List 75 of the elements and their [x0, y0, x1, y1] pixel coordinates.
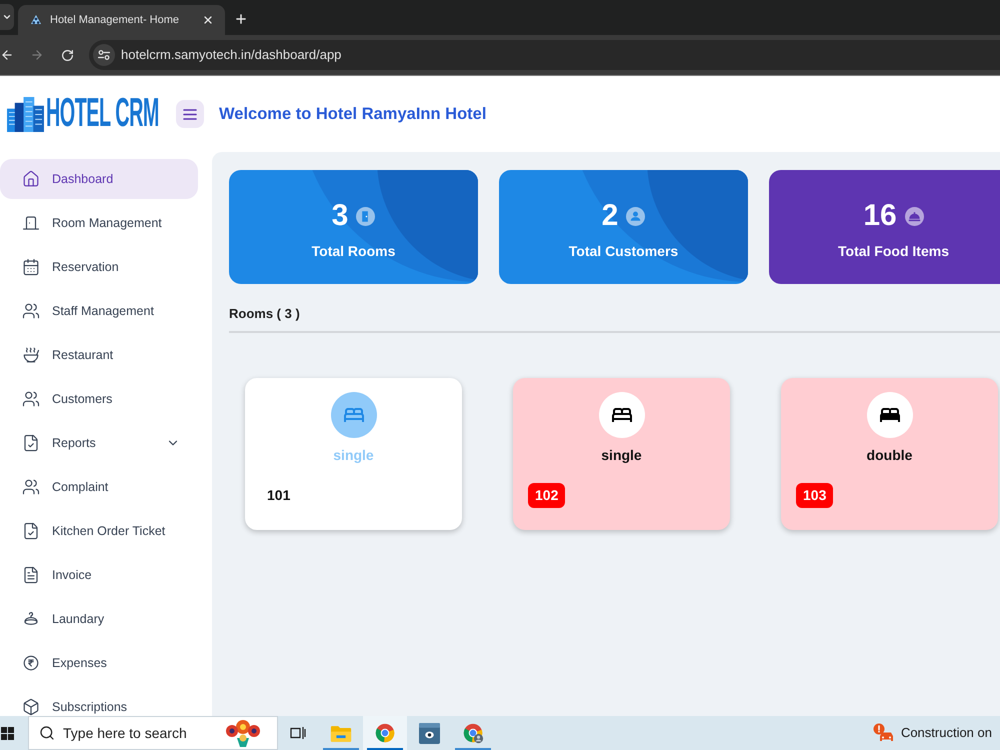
notification-text: Construction on: [900, 724, 992, 742]
soup-bowl-icon: [22, 346, 40, 364]
sidebar-item[interactable]: Invoice: [0, 555, 198, 595]
toggles-icon: [98, 50, 110, 60]
sidebar-item[interactable]: Kitchen Order Ticket: [0, 511, 198, 551]
reload-icon: [60, 48, 74, 62]
users-icon: [22, 302, 40, 320]
buildings-logo-icon: [7, 96, 44, 132]
close-icon: [202, 14, 214, 26]
room-type: double: [866, 446, 912, 464]
door-icon: [356, 206, 376, 226]
room-type: single: [601, 446, 642, 464]
sidebar-item[interactable]: Laundary: [0, 599, 198, 639]
calendar-icon: [22, 258, 40, 276]
users-icon: [22, 478, 40, 496]
url-input[interactable]: hotelcrm.samyotech.in/dashboard/app: [121, 45, 521, 65]
sidebar-item[interactable]: Room Management: [0, 203, 198, 243]
door-icon: [22, 214, 40, 232]
search-icon: [39, 725, 55, 741]
sidebar-item[interactable]: Reservation: [0, 247, 198, 287]
car-alert-icon: [872, 723, 895, 743]
home-icon: [22, 170, 40, 188]
browser-tab[interactable]: Hotel Management- Home: [18, 5, 225, 35]
sidebar-item[interactable]: Subscriptions: [0, 687, 198, 716]
food-cover-icon: [904, 206, 924, 226]
section-title: Rooms ( 3 ): [229, 306, 300, 322]
logo-text: HOTEL CRM: [46, 94, 159, 134]
task-view-icon: [290, 726, 306, 740]
room-type: single: [333, 446, 374, 464]
room-number: 103: [796, 483, 834, 508]
folder-icon: [330, 724, 352, 742]
room-card[interactable]: double 103: [781, 378, 998, 530]
document-check-icon: [22, 434, 40, 452]
welcome-title: Welcome to Hotel RamyaInn Hotel: [219, 104, 486, 125]
sidebar-item[interactable]: Complaint: [0, 467, 198, 507]
sidebar-item[interactable]: Staff Management: [0, 291, 198, 331]
flower-illustration: [223, 718, 263, 748]
plus-icon: [234, 12, 248, 26]
app-window-icon: [418, 722, 440, 744]
document-icon: [22, 566, 40, 584]
chevron-down-icon: [2, 12, 12, 22]
stat-label: Total Rooms: [312, 242, 396, 260]
stat-label: Total Food Items: [838, 242, 949, 260]
room-card[interactable]: single 101: [245, 378, 462, 530]
stat-value: 16: [863, 198, 897, 234]
tab-list-button[interactable]: [0, 4, 14, 30]
stat-value: 2: [602, 198, 618, 234]
box-icon: [22, 698, 40, 716]
hanger-icon: [22, 610, 40, 628]
site-logo-icon: [30, 14, 42, 26]
search-box[interactable]: Type here to search: [28, 716, 278, 750]
stat-value: 3: [332, 198, 348, 234]
sidebar-item[interactable]: Expenses: [0, 643, 198, 683]
stat-label: Total Customers: [568, 242, 678, 260]
arrow-right-icon: [30, 48, 44, 62]
room-number: 101: [266, 486, 292, 505]
sidebar-item[interactable]: Dashboard: [0, 159, 198, 199]
room-number: 102: [528, 483, 566, 508]
windows-logo-icon: [1, 726, 14, 740]
room-card[interactable]: single 102: [513, 378, 730, 530]
person-icon: [626, 206, 646, 226]
browser-icon: [374, 722, 396, 744]
rupee-icon: [22, 654, 40, 672]
address-bar[interactable]: hotelcrm.samyotech.in/dashboard/app: [89, 40, 1000, 70]
sidebar-item[interactable]: Customers: [0, 379, 198, 419]
users-icon: [22, 390, 40, 408]
search-input[interactable]: Type here to search: [63, 722, 203, 744]
sidebar-item[interactable]: Restaurant: [0, 335, 198, 375]
site-info-button[interactable]: [93, 44, 115, 66]
document-check-icon: [22, 522, 40, 540]
taskbar-app-button[interactable]: [363, 716, 407, 750]
menu-button[interactable]: [176, 100, 204, 128]
sidebar-item[interactable]: Reports: [0, 423, 198, 463]
browser-profile-icon: [462, 722, 484, 744]
menu-icon: [183, 108, 197, 120]
